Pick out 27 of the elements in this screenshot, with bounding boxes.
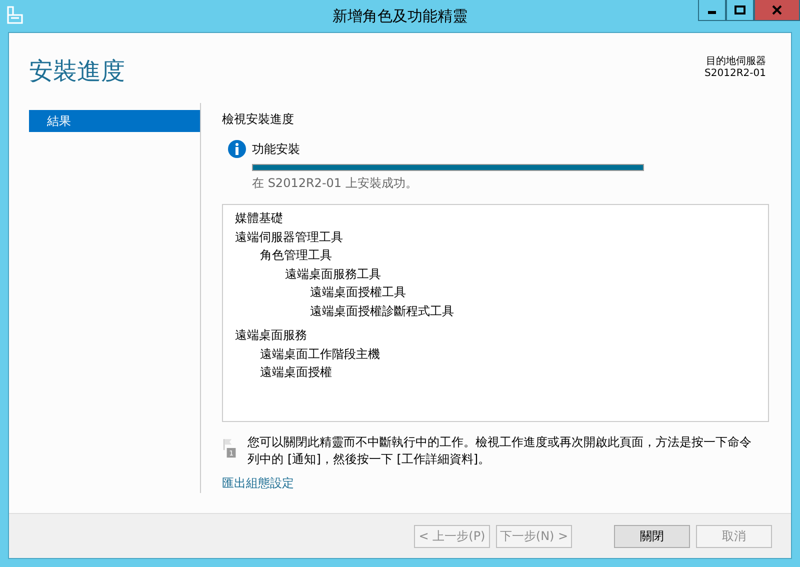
notice-text: 您可以關閉此精靈而不中斷執行中的工作。檢視工作進度或再次開啟此頁面，方法是按一下命令列中的 [通知]，然後按一下 [工作詳細資料]。 <box>248 434 753 468</box>
action-button[interactable]: 關閉 <box>614 524 690 548</box>
status-message: 在 S2012R2-01 上安裝成功。 <box>252 175 418 192</box>
feature-item: 遠端桌面授權診斷程式工具 <box>310 304 454 318</box>
feature-item: 角色管理工具 <box>260 248 332 262</box>
sidebar-item[interactable]: 結果 <box>29 110 200 132</box>
feature-item: 遠端桌面服務 <box>235 328 307 342</box>
status-label: 功能安裝 <box>252 141 301 158</box>
feature-item: 遠端桌面授權工具 <box>310 285 406 299</box>
minimize-button[interactable] <box>698 0 726 21</box>
window-title: 新增角色及功能精靈 <box>332 6 468 27</box>
export-link[interactable]: 匯出組態設定 <box>222 476 294 490</box>
maximize-button[interactable] <box>726 0 754 21</box>
close-icon <box>771 5 783 15</box>
feature-item: 遠端桌面服務工具 <box>285 266 381 280</box>
destination-label: 目的地伺服器 <box>705 56 766 68</box>
app-icon <box>6 6 24 24</box>
maximize-icon <box>734 5 746 15</box>
destination-server: S2012R2-01 <box>704 68 766 80</box>
info-icon <box>228 140 246 158</box>
feature-item: 遠端桌面工作階段主機 <box>260 346 380 360</box>
close-button[interactable] <box>754 0 800 21</box>
feature-item: 遠端桌面授權 <box>260 365 332 379</box>
feature-item: 遠端伺服器管理工具 <box>235 230 343 244</box>
page-title: 安裝進度 <box>29 56 125 87</box>
section-heading: 檢視安裝進度 <box>222 111 295 128</box>
feature-item: 媒體基礎 <box>235 211 283 225</box>
